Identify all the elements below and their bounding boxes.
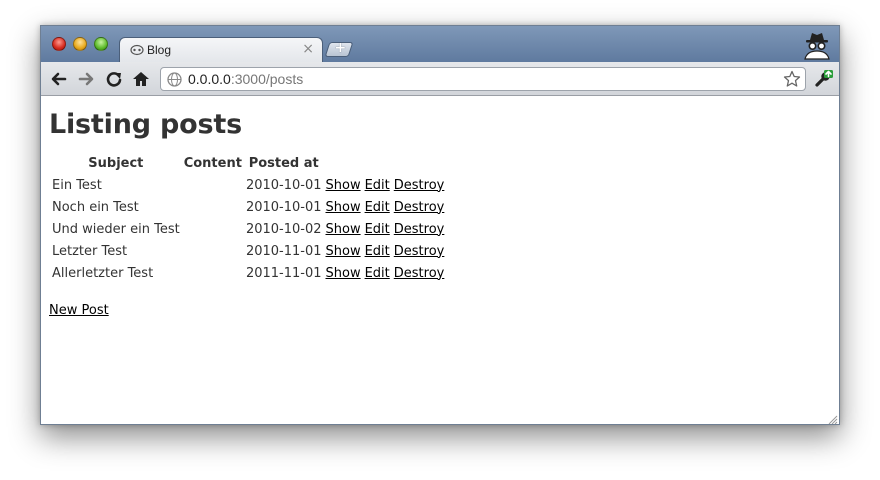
destroy-link[interactable]: Destroy [394,178,445,193]
browser-window: Blog × + 0.0.0.0:3000/posts Listing post… [40,25,840,425]
show-link[interactable]: Show [326,222,361,237]
table-row: Und wieder ein Test 2010-10-02 Show Edit… [51,219,445,239]
column-header-actions [364,153,391,173]
subject-cell: Allerletzter Test [52,265,154,281]
edit-link[interactable]: Edit [365,266,390,281]
address-bar[interactable]: 0.0.0.0:3000/posts [160,67,806,91]
destroy-link[interactable]: Destroy [394,222,445,237]
content-cell [183,219,243,239]
plus-icon: + [334,40,347,56]
edit-link[interactable]: Edit [365,200,390,215]
new-tab-button[interactable]: + [324,40,354,57]
subject-cell: Letzter Test [52,243,128,259]
table-row: Noch ein Test 2010-10-01 Show Edit Destr… [51,197,445,217]
show-link[interactable]: Show [326,200,361,215]
browser-toolbar: 0.0.0.0:3000/posts [41,62,839,96]
edit-link[interactable]: Edit [365,244,390,259]
posted-at-cell: 2010-10-01 [245,199,322,215]
page-title: Listing posts [49,109,242,140]
edit-link[interactable]: Edit [365,222,390,237]
star-icon[interactable] [783,70,801,88]
subject-cell: Noch ein Test [52,199,139,215]
table-header-row: Subject Content Posted at [51,153,445,173]
close-window-button[interactable] [52,37,66,51]
posts-table: Subject Content Posted at Ein Test 2010-… [49,151,447,285]
destroy-link[interactable]: Destroy [394,266,445,281]
tab-title: Blog [147,43,172,57]
content-cell [183,263,243,283]
column-header-actions [325,153,362,173]
destroy-link[interactable]: Destroy [394,244,445,259]
globe-icon [167,72,182,87]
posted-at-cell: 2010-11-01 [245,243,322,259]
show-link[interactable]: Show [326,244,361,259]
subject-cell: Und wieder ein Test [52,221,180,237]
reload-icon[interactable] [105,70,123,88]
show-link[interactable]: Show [326,266,361,281]
column-header-content: Content [183,155,242,171]
posted-at-cell: 2010-10-02 [245,221,322,237]
content-cell [183,241,243,261]
home-icon[interactable] [132,70,150,88]
table-row: Ein Test 2010-10-01 Show Edit Destroy [51,175,445,195]
title-bar: Blog × + [41,26,839,63]
posted-at-cell: 2010-10-01 [245,177,322,193]
subject-cell: Ein Test [52,177,102,193]
url-text: 0.0.0.0:3000/posts [188,71,303,87]
page-content: Listing posts Subject Content Posted at … [41,97,839,425]
new-post-link[interactable]: New Post [49,303,109,318]
column-header-subject: Subject [88,155,144,171]
wrench-icon[interactable] [814,68,834,88]
resize-grip-icon[interactable] [827,414,838,425]
table-row: Letzter Test 2010-11-01 Show Edit Destro… [51,241,445,261]
table-row: Allerletzter Test 2011-11-01 Show Edit D… [51,263,445,283]
content-cell [183,175,243,195]
url-host: 0.0.0.0 [188,71,231,87]
tab-close-icon[interactable]: × [302,41,314,57]
url-path: :3000/posts [230,71,304,87]
back-icon[interactable] [50,70,68,88]
content-cell [183,197,243,217]
destroy-link[interactable]: Destroy [394,200,445,215]
zoom-window-button[interactable] [94,37,108,51]
minimize-window-button[interactable] [73,37,87,51]
incognito-icon [804,33,830,60]
forward-icon[interactable] [77,70,95,88]
page-favicon-icon [130,44,144,56]
show-link[interactable]: Show [326,178,361,193]
column-header-actions [393,153,446,173]
edit-link[interactable]: Edit [365,178,390,193]
tab-blog[interactable]: Blog × [119,37,323,63]
column-header-posted-at: Posted at [248,155,319,171]
posted-at-cell: 2011-11-01 [245,265,322,281]
